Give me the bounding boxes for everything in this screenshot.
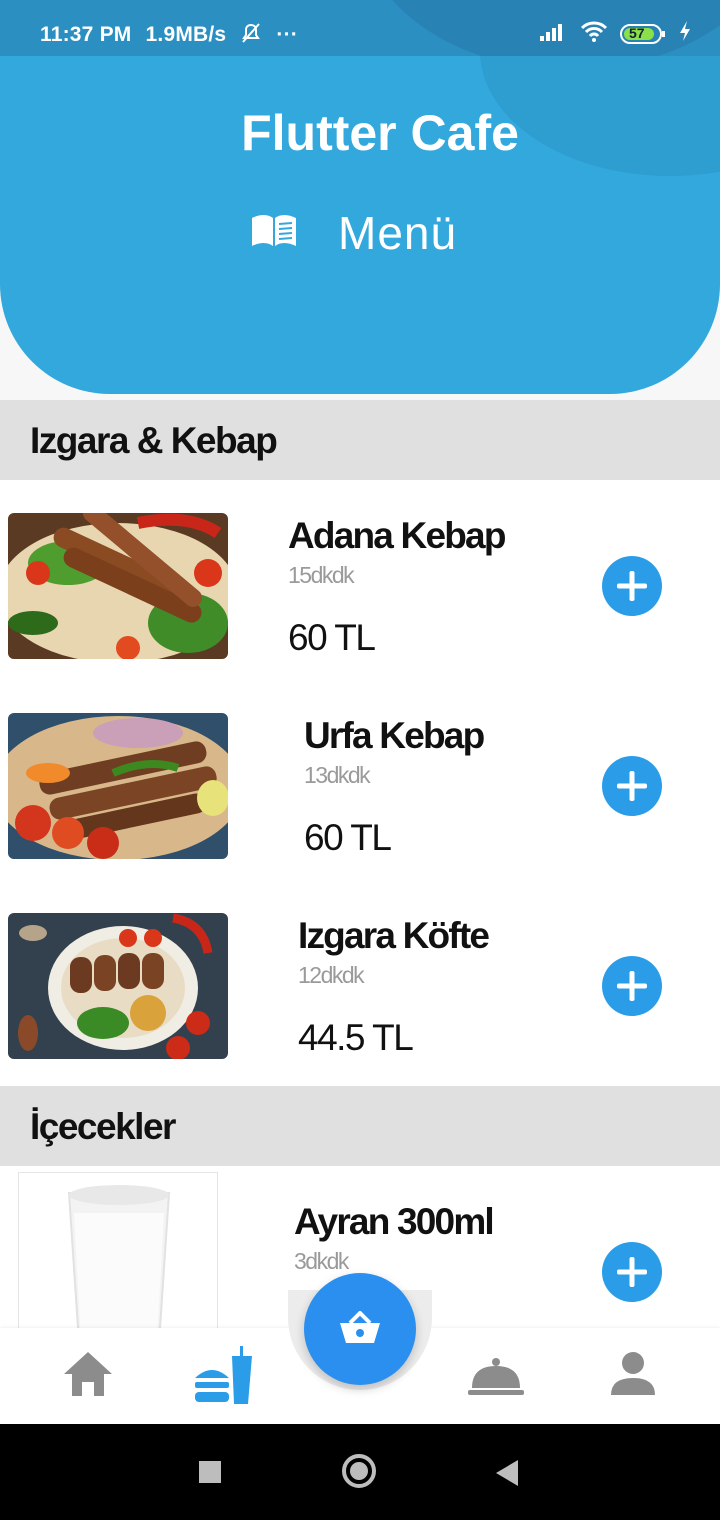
item-prep-time: 12dkdk (298, 962, 365, 988)
item-name: Izgara Köfte (298, 915, 490, 956)
signal-icon (538, 21, 568, 46)
add-to-cart-button[interactable] (602, 956, 662, 1016)
status-time: 11:37 PM (40, 23, 132, 46)
item-prep-time: 15dkdk (288, 562, 355, 588)
item-name: Adana Kebap (288, 515, 506, 556)
section-header-grill: Izgara & Kebap (0, 400, 720, 480)
basket-icon (338, 1310, 382, 1350)
charging-icon (678, 20, 692, 47)
system-navigation-bar (0, 1424, 720, 1520)
home-circle-icon[interactable] (342, 1454, 376, 1488)
wifi-icon (580, 20, 608, 47)
mute-bell-icon (240, 23, 268, 46)
page-title: Flutter Cafe (241, 105, 519, 161)
list-item[interactable]: Adana Kebap 15dkdk 60 TL (0, 480, 720, 680)
urfa-kebap-photo (8, 713, 228, 859)
recents-square-icon[interactable] (199, 1461, 221, 1483)
add-to-cart-button[interactable] (602, 1242, 662, 1302)
item-name: Urfa Kebap (304, 715, 485, 756)
item-price: 44.5 TL (298, 1017, 414, 1058)
list-item[interactable]: Urfa Kebap 13dkdk 60 TL (0, 680, 720, 880)
status-network-speed: 1.9MB/s (145, 23, 227, 46)
section-title: İçecekler (30, 1106, 176, 1147)
status-bar: 11:37 PM 1.9MB/s ··· 57 (0, 0, 720, 56)
adana-kebap-photo (8, 513, 228, 659)
list-item[interactable]: Izgara Köfte 12dkdk 44.5 TL (0, 880, 720, 1080)
ayran-photo (18, 1172, 218, 1328)
menu-list-grill: Adana Kebap 15dkdk 60 TL Urfa Kebap 13dk… (0, 480, 720, 1086)
book-icon (250, 212, 298, 255)
battery-icon: 57 (620, 23, 666, 45)
item-name: Ayran 300ml (294, 1201, 495, 1242)
menu-label: Menü (338, 207, 458, 259)
section-header-drinks: İçecekler (0, 1086, 720, 1166)
room-service-icon[interactable] (468, 1356, 524, 1401)
person-icon[interactable] (610, 1350, 656, 1401)
home-icon[interactable] (62, 1350, 114, 1403)
item-prep-time: 13dkdk (304, 762, 371, 788)
izgara-kofte-photo (8, 913, 228, 1059)
add-to-cart-button[interactable] (602, 756, 662, 816)
item-price: 60 TL (288, 617, 376, 658)
basket-button[interactable] (304, 1273, 416, 1385)
item-prep-time: 3dkdk (294, 1248, 349, 1274)
fastfood-icon[interactable] (192, 1344, 256, 1413)
status-more: ··· (276, 23, 298, 46)
item-price: 60 TL (304, 817, 392, 858)
add-to-cart-button[interactable] (602, 556, 662, 616)
header: Flutter Cafe Menü (0, 56, 720, 394)
section-title: Izgara & Kebap (30, 420, 278, 461)
battery-level: 57 (629, 24, 645, 41)
menu-heading: Menü (250, 206, 457, 260)
back-triangle-icon[interactable] (496, 1460, 518, 1491)
